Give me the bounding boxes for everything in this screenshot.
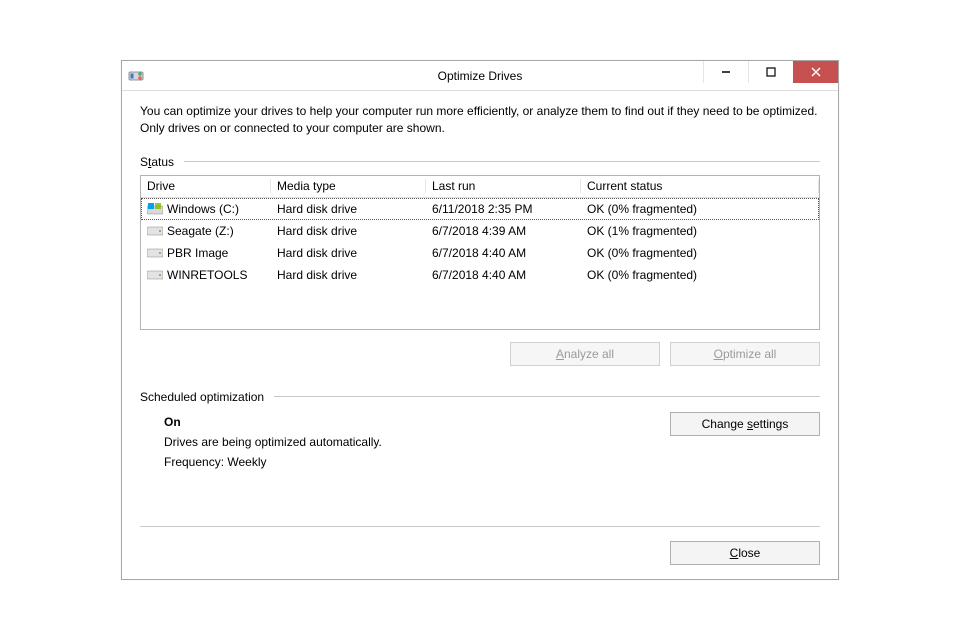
drive-lastrun: 6/7/2018 4:40 AM — [426, 246, 581, 260]
drive-icon — [147, 225, 163, 237]
drive-lastrun: 6/11/2018 2:35 PM — [426, 202, 581, 216]
maximize-button[interactable] — [748, 61, 793, 83]
drive-icon — [147, 247, 163, 259]
drive-lastrun: 6/7/2018 4:39 AM — [426, 224, 581, 238]
drive-row[interactable]: PBR Image Hard disk drive6/7/2018 4:40 AM… — [141, 242, 819, 264]
drive-media: Hard disk drive — [271, 202, 426, 216]
close-window-button[interactable] — [793, 61, 838, 83]
drive-icon — [147, 269, 163, 281]
drive-media: Hard disk drive — [271, 246, 426, 260]
analyze-all-button[interactable]: Analyze all — [510, 342, 660, 366]
drive-media: Hard disk drive — [271, 268, 426, 282]
schedule-frequency: Frequency: Weekly — [164, 452, 670, 472]
drive-name: WINRETOOLS — [167, 268, 247, 282]
drive-name: Seagate (Z:) — [167, 224, 234, 238]
drive-status: OK (0% fragmented) — [581, 202, 819, 216]
schedule-state: On — [164, 412, 670, 432]
drive-status: OK (0% fragmented) — [581, 268, 819, 282]
drive-row[interactable]: Seagate (Z:) Hard disk drive6/7/2018 4:39… — [141, 220, 819, 242]
drive-media: Hard disk drive — [271, 224, 426, 238]
change-settings-button[interactable]: Change settings — [670, 412, 820, 436]
col-header-lastrun[interactable]: Last run — [426, 179, 581, 193]
optimize-all-button[interactable]: Optimize all — [670, 342, 820, 366]
drive-status: OK (0% fragmented) — [581, 246, 819, 260]
drives-listview[interactable]: Drive Media type Last run Current status… — [140, 175, 820, 330]
scheduled-section-label: Scheduled optimization — [140, 390, 820, 404]
drive-name: PBR Image — [167, 246, 228, 260]
status-section-label: Status — [140, 155, 820, 169]
optimize-drives-window: Optimize Drives You can optimize your dr… — [121, 60, 839, 580]
col-header-media[interactable]: Media type — [271, 179, 426, 193]
drive-lastrun: 6/7/2018 4:40 AM — [426, 268, 581, 282]
close-button[interactable]: Close — [670, 541, 820, 565]
drive-status: OK (1% fragmented) — [581, 224, 819, 238]
titlebar[interactable]: Optimize Drives — [122, 61, 838, 91]
minimize-button[interactable] — [703, 61, 748, 83]
drive-row[interactable]: Windows (C:) Hard disk drive6/11/2018 2:3… — [141, 198, 819, 220]
listview-header[interactable]: Drive Media type Last run Current status — [141, 176, 819, 198]
drive-name: Windows (C:) — [167, 202, 239, 216]
drive-icon — [147, 203, 163, 215]
schedule-desc: Drives are being optimized automatically… — [164, 432, 670, 452]
drive-row[interactable]: WINRETOOLS Hard disk drive6/7/2018 4:40 A… — [141, 264, 819, 286]
intro-text: You can optimize your drives to help you… — [140, 103, 820, 137]
col-header-drive[interactable]: Drive — [141, 179, 271, 193]
app-icon — [128, 68, 144, 84]
col-header-status[interactable]: Current status — [581, 179, 819, 193]
